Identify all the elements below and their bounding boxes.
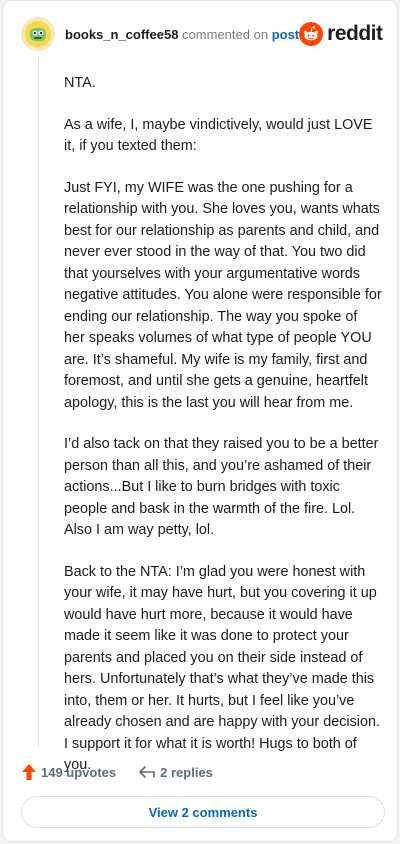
reddit-logo[interactable]: reddit [299, 22, 383, 46]
comment-card: books_n_coffee58 commented on post reddi… [2, 0, 398, 842]
upvote-count: 149 upvotes [41, 764, 117, 780]
comment-paragraph: I’d also tack on that they raised you to… [64, 436, 379, 538]
reddit-alien-icon [299, 22, 324, 46]
comment-actions: 149 upvotes 2 replies [21, 761, 213, 783]
replies-button[interactable]: 2 replies [138, 764, 213, 780]
view-comments-button[interactable]: View 2 comments [21, 796, 385, 828]
comment-header: books_n_coffee58 commented on post reddi… [21, 15, 383, 53]
thread-line[interactable] [38, 57, 39, 747]
username-link[interactable]: books_n_coffee58 [65, 27, 178, 42]
comment-paragraph: NTA. [64, 75, 96, 91]
replies-count: 2 replies [160, 764, 213, 780]
post-link[interactable]: post [272, 27, 299, 42]
comment-meta: books_n_coffee58 commented on post [65, 27, 299, 42]
comment-paragraph: As a wife, I, maybe vindictively, would … [64, 116, 373, 155]
comment-body: NTA. As a wife, I, maybe vindictively, w… [64, 73, 382, 797]
avatar-icon[interactable] [21, 17, 55, 51]
comment-paragraph: Back to the NTA: I’m glad you were hones… [64, 563, 380, 774]
action-text: commented on [182, 26, 269, 42]
brand-wordmark: reddit [327, 22, 383, 45]
comment-paragraph: Just FYI, my WIFE was the one pushing fo… [64, 179, 382, 411]
reply-arrow-icon [139, 766, 155, 778]
upvote-button[interactable]: 149 upvotes [21, 763, 116, 781]
upvote-arrow-icon [22, 764, 36, 780]
